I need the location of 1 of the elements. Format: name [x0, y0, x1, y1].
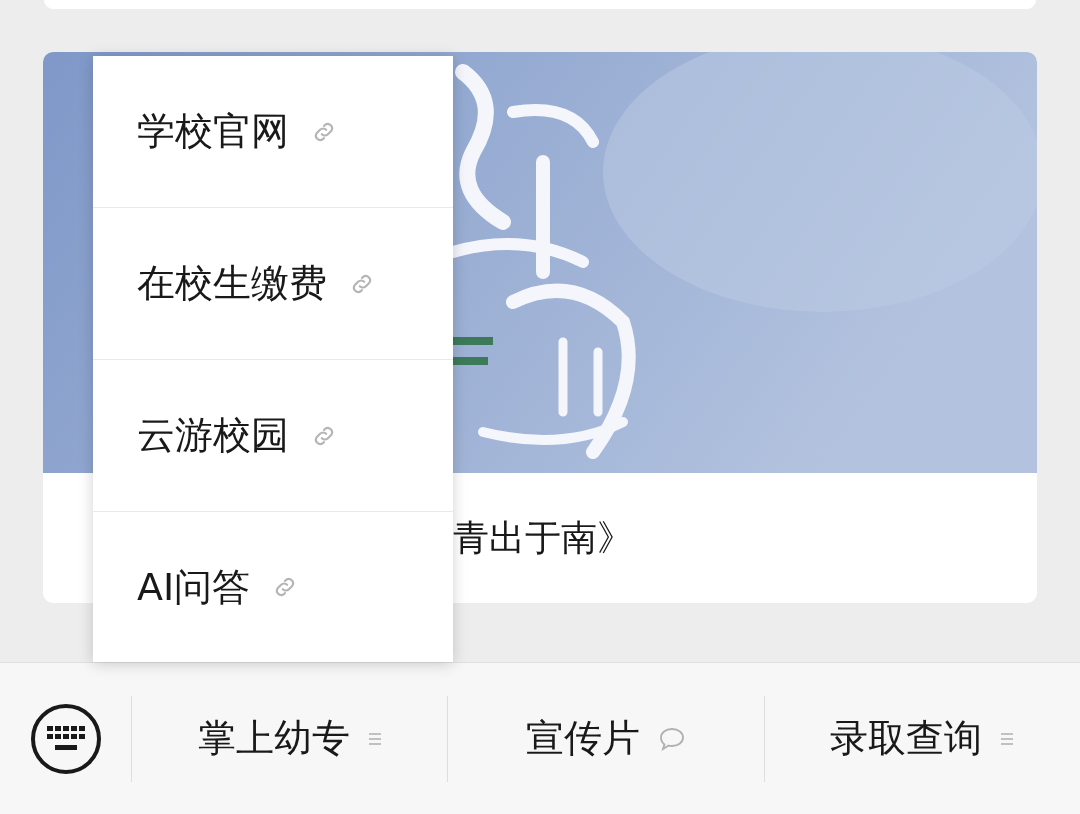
article-title: 青出于南》	[453, 516, 633, 560]
